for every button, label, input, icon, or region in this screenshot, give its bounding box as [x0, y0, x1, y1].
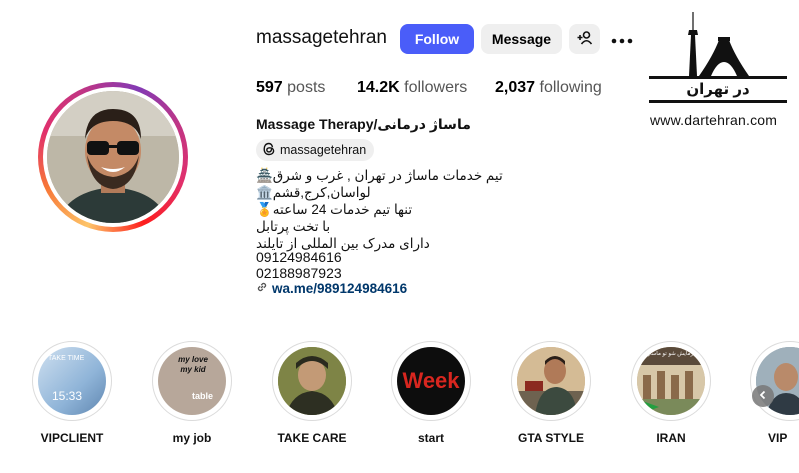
highlight-cover: my love my kid table [158, 347, 226, 415]
highlight-label: VIPCLIENT [40, 431, 104, 445]
bio-line: با تخت پرتابل [256, 219, 331, 234]
highlight-label: start [417, 431, 444, 445]
highlight-vipclient[interactable]: TAKE TIME 15:33 VIPCLIENT [31, 341, 113, 445]
followers-stat[interactable]: 14.2K followers [357, 79, 467, 97]
bio-line: تیم خدمات ماساژ در تهران , غرب و شرق🏯 [256, 168, 503, 183]
bio-phone: 09124984616 [256, 249, 342, 265]
add-user-icon [577, 30, 593, 48]
link-icon [256, 281, 268, 296]
bio-phone: 02188987923 [256, 265, 342, 281]
highlight-cover-text: 15:33 [52, 389, 83, 403]
profile-full-name: Massage Therapy/ماساژ درمانی [256, 116, 471, 132]
highlight-cover [278, 347, 346, 415]
highlight-label: TAKE CARE [277, 431, 347, 445]
highlight-my-job[interactable]: my love my kid table my job [151, 341, 233, 445]
message-button[interactable]: Message [481, 24, 562, 54]
highlight-cover: Week [397, 347, 465, 415]
more-options-button[interactable] [608, 28, 636, 50]
posts-stat: 597 posts [256, 79, 325, 97]
following-stat[interactable]: 2,037 following [495, 79, 602, 97]
followers-count: 14.2K [357, 79, 400, 96]
following-count: 2,037 [495, 79, 536, 96]
highlight-label: IRAN [656, 431, 686, 445]
highlight-iran[interactable]: آزمایش شو تو ماساژ IRAN [630, 341, 712, 445]
followers-label: followers [404, 79, 468, 96]
profile-avatar[interactable] [38, 82, 188, 232]
highlight-label: GTA STYLE [518, 431, 584, 445]
more-dots-icon [611, 31, 633, 47]
highlight-label: my job [172, 431, 212, 445]
highlight-cover-text: table [192, 391, 214, 401]
threads-badge[interactable]: massagetehran [256, 139, 375, 161]
highlight-cover-text: TAKE TIME [48, 355, 85, 362]
bio-line: لواسان,کرج,قشم🏛️ [256, 185, 371, 200]
highlight-take-care[interactable]: TAKE CARE [271, 341, 353, 445]
posts-label: posts [287, 79, 326, 96]
highlight-gta-style[interactable]: GTA STYLE [510, 341, 592, 445]
bio-link[interactable]: wa.me/989124984616 [256, 281, 407, 296]
highlight-cover-text: my love my kid [178, 355, 208, 374]
following-label: following [539, 79, 602, 96]
threads-icon [262, 142, 276, 159]
dartehran-url: www.dartehran.com [650, 112, 778, 128]
highlight-cover-text: آزمایش شو تو ماساژ [647, 351, 695, 357]
avatar-photo [47, 91, 179, 223]
bio-link-text[interactable]: wa.me/989124984616 [272, 281, 407, 296]
chevron-left-icon [758, 387, 768, 405]
follow-button[interactable]: Follow [400, 24, 474, 54]
highlight-cover: آزمایش شو تو ماساژ [637, 347, 705, 415]
dartehran-brand-text: در تهران [686, 81, 750, 98]
highlight-start[interactable]: Week start [390, 341, 472, 445]
posts-count: 597 [256, 79, 283, 96]
bio-line: تنها تیم خدمات 24 ساعته🏅 [256, 202, 413, 217]
highlight-cover-text: Week [402, 368, 460, 393]
suggested-users-button[interactable] [569, 24, 600, 54]
highlights-scroll-left-button[interactable] [752, 385, 774, 407]
highlight-cover: TAKE TIME 15:33 [38, 347, 106, 415]
highlight-label: VIP [768, 431, 788, 445]
profile-username: massagetehran [256, 27, 387, 48]
threads-handle: massagetehran [280, 143, 367, 157]
highlight-cover [517, 347, 585, 415]
